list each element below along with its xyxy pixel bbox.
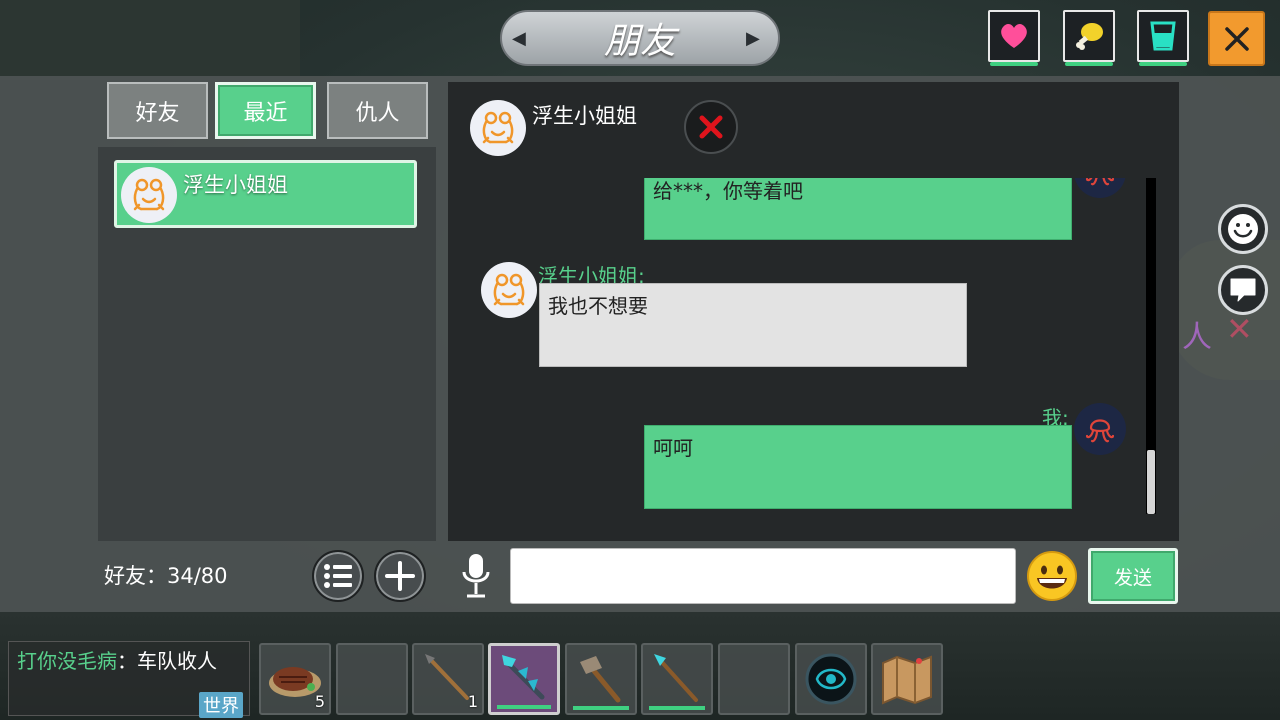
durability-bar bbox=[573, 706, 629, 710]
banner-left-ornament-icon: ◀ bbox=[512, 28, 526, 49]
chat-message-input[interactable] bbox=[510, 548, 1016, 604]
hotbar-slot[interactable] bbox=[795, 643, 867, 715]
message-bubble-mine: 呵呵 bbox=[644, 425, 1072, 509]
hotbar-slot[interactable] bbox=[641, 643, 713, 715]
chat-log-separator: ： bbox=[117, 649, 137, 673]
hotbar-slot[interactable] bbox=[871, 643, 943, 715]
hotbar-slot[interactable]: 1 bbox=[412, 643, 484, 715]
contact-avatar bbox=[481, 262, 537, 318]
close-button[interactable] bbox=[1208, 11, 1265, 66]
chat-log-line: 打你没毛病：车队收人 bbox=[17, 645, 217, 674]
hunger-bar bbox=[1065, 62, 1113, 66]
durability-bar bbox=[497, 705, 551, 709]
crystal-spear-icon bbox=[654, 654, 698, 702]
my-avatar bbox=[1074, 403, 1126, 455]
list-icon bbox=[324, 564, 352, 588]
health-stat[interactable] bbox=[988, 10, 1040, 66]
friend-name: 浮生小姐姐 bbox=[183, 173, 288, 197]
background-rock bbox=[0, 0, 300, 80]
chat-log-text: 车队收人 bbox=[137, 649, 217, 673]
heart-icon bbox=[1001, 24, 1027, 48]
world-chat-log[interactable]: 打你没毛病：车队收人 世界 bbox=[8, 641, 250, 718]
hotbar-slot[interactable]: 5 bbox=[259, 643, 331, 715]
red-x-icon bbox=[699, 115, 723, 139]
tab-friends[interactable]: 好友 bbox=[107, 82, 208, 139]
crossed-swords-icon: ✕ bbox=[1226, 310, 1253, 348]
treasure-map-icon bbox=[882, 655, 932, 705]
thirst-stat[interactable] bbox=[1137, 10, 1189, 66]
durability-bar bbox=[649, 706, 705, 710]
avatar bbox=[121, 167, 177, 223]
item-count: 1 bbox=[467, 692, 478, 711]
grinning-emoji-icon bbox=[1027, 551, 1077, 601]
frog-icon bbox=[493, 273, 525, 306]
message-bubble-theirs: 我也不想要 bbox=[539, 283, 967, 367]
octopus-icon bbox=[1085, 419, 1115, 443]
title-banner: ◀ 朋友 ▶ bbox=[500, 10, 780, 66]
hotbar-slot-empty[interactable] bbox=[718, 643, 790, 715]
delete-contact-button[interactable] bbox=[684, 100, 738, 154]
channel-badge: 世界 bbox=[199, 692, 243, 718]
microphone-icon bbox=[462, 554, 490, 598]
close-icon bbox=[1224, 26, 1249, 51]
portal-orb-icon bbox=[805, 653, 857, 705]
hotbar-slot-selected[interactable] bbox=[488, 643, 560, 715]
list-button[interactable] bbox=[312, 550, 364, 602]
my-avatar bbox=[1074, 178, 1126, 198]
message-bubble-mine: 给***，你等着吧 bbox=[644, 178, 1072, 240]
chat-toggle-button[interactable] bbox=[1218, 265, 1268, 315]
friend-count: 好友：34/80 bbox=[104, 564, 228, 588]
emoji-button[interactable] bbox=[1026, 550, 1078, 602]
speech-bubble-icon bbox=[1230, 278, 1256, 302]
message-list[interactable]: 给***，你等着吧 浮生小姐姐: 我也不想要 我: 呵呵 bbox=[448, 178, 1152, 518]
friend-list: 浮生小姐姐 bbox=[98, 147, 436, 541]
water-cup-icon bbox=[1150, 21, 1176, 51]
hotbar-slot[interactable] bbox=[565, 643, 637, 715]
octopus-icon bbox=[1085, 178, 1115, 186]
health-bar bbox=[990, 62, 1038, 66]
page-title: 朋友 bbox=[603, 21, 676, 62]
banner-right-ornament-icon: ▶ bbox=[746, 28, 760, 49]
pvp-icon: 人 bbox=[1182, 320, 1212, 355]
drumstick-icon bbox=[1076, 23, 1103, 50]
item-count: 5 bbox=[314, 692, 325, 711]
chat-log-sender: 打你没毛病 bbox=[17, 649, 117, 673]
stone-axe-icon bbox=[580, 656, 621, 703]
thirst-bar bbox=[1139, 62, 1187, 66]
voice-button[interactable] bbox=[458, 550, 494, 602]
frog-icon bbox=[133, 178, 165, 211]
crystal-staff-icon bbox=[502, 655, 545, 700]
tab-enemies[interactable]: 仇人 bbox=[327, 82, 428, 139]
chat-scrollbar[interactable] bbox=[1146, 178, 1156, 514]
smiley-icon bbox=[1228, 214, 1258, 244]
frog-icon bbox=[482, 111, 514, 144]
hunger-stat[interactable] bbox=[1063, 10, 1115, 66]
hotbar-slot-empty[interactable] bbox=[336, 643, 408, 715]
send-button[interactable]: 发送 bbox=[1088, 548, 1178, 604]
tab-recent[interactable]: 最近 bbox=[215, 82, 316, 139]
chat-contact-name: 浮生小姐姐 bbox=[532, 104, 637, 128]
add-friend-button[interactable] bbox=[374, 550, 426, 602]
chat-contact-avatar bbox=[470, 100, 526, 156]
plus-icon bbox=[385, 561, 415, 591]
chat-panel: 浮生小姐姐 给***，你等着吧 浮生小姐姐: 我也不想要 我: 呵呵 bbox=[448, 82, 1179, 541]
friend-list-item[interactable]: 浮生小姐姐 bbox=[114, 160, 417, 228]
scrollbar-thumb[interactable] bbox=[1147, 450, 1155, 514]
emote-button[interactable] bbox=[1218, 204, 1268, 254]
